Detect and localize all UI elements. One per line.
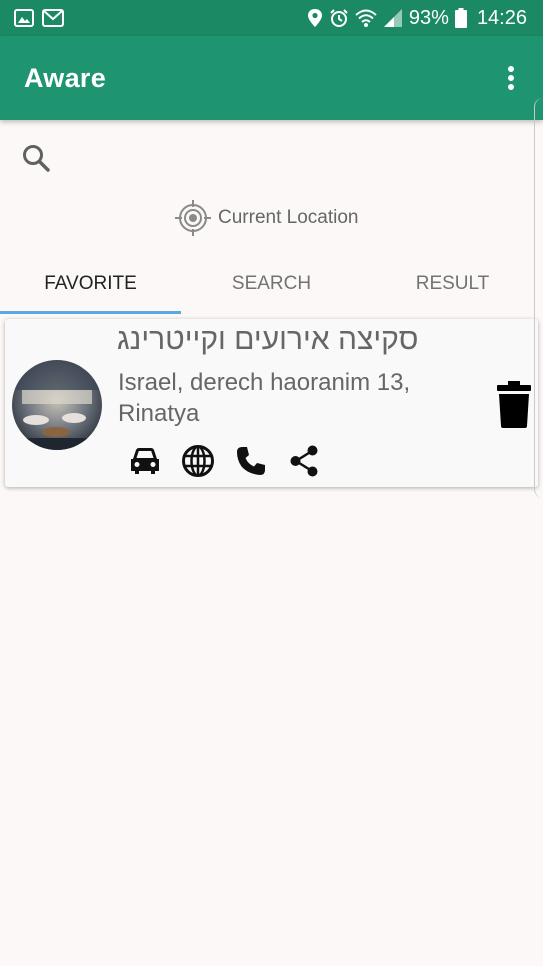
status-bar: 93% 14:26 [0,0,543,36]
status-bar-right: 93% 14:26 [301,7,527,30]
navigate-button[interactable] [127,443,163,479]
battery-icon [454,8,467,28]
trash-icon [497,381,531,428]
alarm-icon [330,9,348,27]
app-bar: Aware [0,36,543,120]
car-icon [131,448,159,474]
share-icon [290,445,318,477]
tab-search[interactable]: SEARCH [181,254,362,314]
edge-panel-handle[interactable] [534,98,543,498]
tab-favorite[interactable]: FAVORITE [0,254,181,314]
location-pin-icon [307,9,322,27]
app-title: Aware [24,62,107,93]
tab-result[interactable]: RESULT [362,254,543,314]
tab-bar: FAVORITE SEARCH RESULT [0,254,543,314]
search-button[interactable] [20,142,52,174]
share-button[interactable] [286,443,322,479]
website-button[interactable] [180,443,216,479]
globe-icon [182,445,214,477]
status-bar-left [14,8,72,28]
wifi-icon [355,9,377,27]
favorite-card[interactable]: סקיצה אירועים וקייטרינג Israel, derech h… [5,319,538,487]
current-location-label: Current Location [218,207,359,228]
call-button[interactable] [233,443,269,479]
search-icon [23,145,50,172]
signal-icon [383,9,402,27]
delete-favorite-button[interactable] [496,381,532,429]
card-actions [127,443,339,479]
phone-icon [237,447,265,475]
gallery-icon [14,9,34,27]
status-time: 14:26 [476,6,527,29]
overflow-menu-icon [508,66,514,90]
crosshair-icon [175,200,211,236]
overflow-menu-button[interactable] [499,58,523,98]
battery-percent: 93% [408,6,449,29]
venue-address: Israel, derech haoranim 13, Rinatya [118,369,411,427]
venue-name: סקיצה אירועים וקייטרינג [117,323,419,356]
venue-photo [12,360,102,450]
mail-icon [42,9,64,27]
current-location-button[interactable]: Current Location [174,198,358,238]
